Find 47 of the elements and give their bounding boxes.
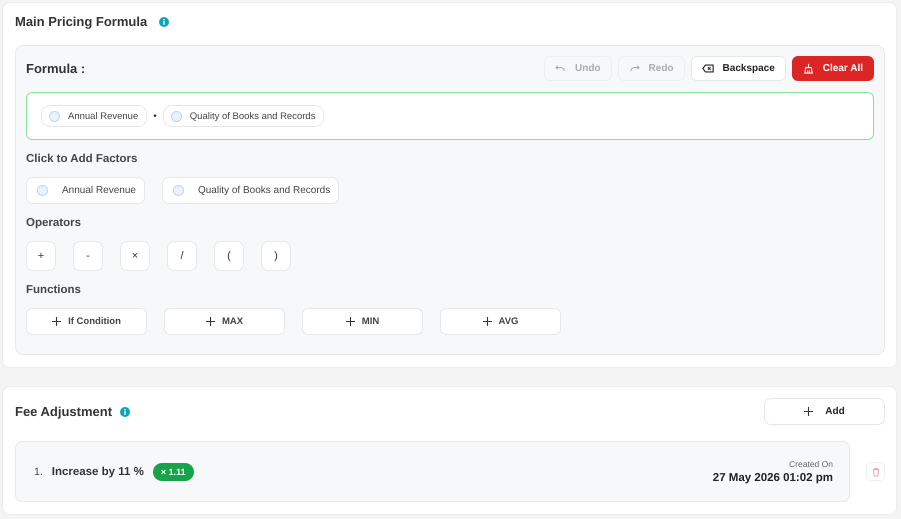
redo-icon [628,64,640,73]
info-icon[interactable] [159,16,170,26]
item-number: 1. [34,466,43,478]
operator-button[interactable]: ( [214,241,244,271]
radio-icon [170,110,182,122]
multiplier-badge: × 1.11 [152,462,194,480]
formula-field[interactable]: Annual Revenue • Quality of Books and Records [26,92,874,140]
factors-label: Click to Add Factors [26,153,138,165]
operators-label: Operators [26,217,82,229]
plus-icon [52,317,62,326]
functions-label: Functions [26,284,82,296]
section-title: Fee Adjustment [15,404,112,419]
operator-button[interactable]: - [73,241,103,271]
plus-icon [804,407,814,416]
plus-icon [206,317,215,326]
item-label: Increase by 11 % [52,466,144,478]
radio-icon [37,185,48,196]
function-button[interactable]: AVG [440,308,561,335]
backspace-button[interactable]: Backspace [690,56,786,81]
broom-icon [802,63,814,74]
factor-button[interactable]: Annual Revenue [26,177,145,204]
radio-icon [49,110,60,122]
info-icon[interactable] [120,406,130,416]
operator-symbol: • [153,110,157,122]
clear-button[interactable]: Clear All [792,56,874,81]
radio-icon [172,185,184,196]
operator-button[interactable]: + [26,241,56,271]
delete-button[interactable] [866,462,885,481]
plus-icon [346,317,355,326]
factor-button[interactable]: Quality of Books and Records [162,177,340,204]
backspace-icon [702,64,714,73]
operator-button[interactable]: ) [261,241,291,271]
formula-label: Formula : [26,61,86,76]
function-button[interactable]: If Condition [26,308,147,335]
created-label: Created On [789,459,833,469]
undo-icon [554,64,566,73]
function-button[interactable]: MIN [302,308,423,335]
factor-chip[interactable]: Annual Revenue [41,105,148,127]
operator-button[interactable]: × [120,241,150,271]
function-button[interactable]: MAX [164,308,285,335]
section-title: Main Pricing Formula [15,14,148,29]
trash-icon [872,466,880,476]
add-button[interactable]: Add [764,398,885,425]
factor-chip[interactable]: Quality of Books and Records [162,105,324,127]
created-date: 27 May 2026 01:02 pm [712,472,833,484]
operator-button[interactable]: / [167,241,197,271]
plus-icon [482,317,492,326]
